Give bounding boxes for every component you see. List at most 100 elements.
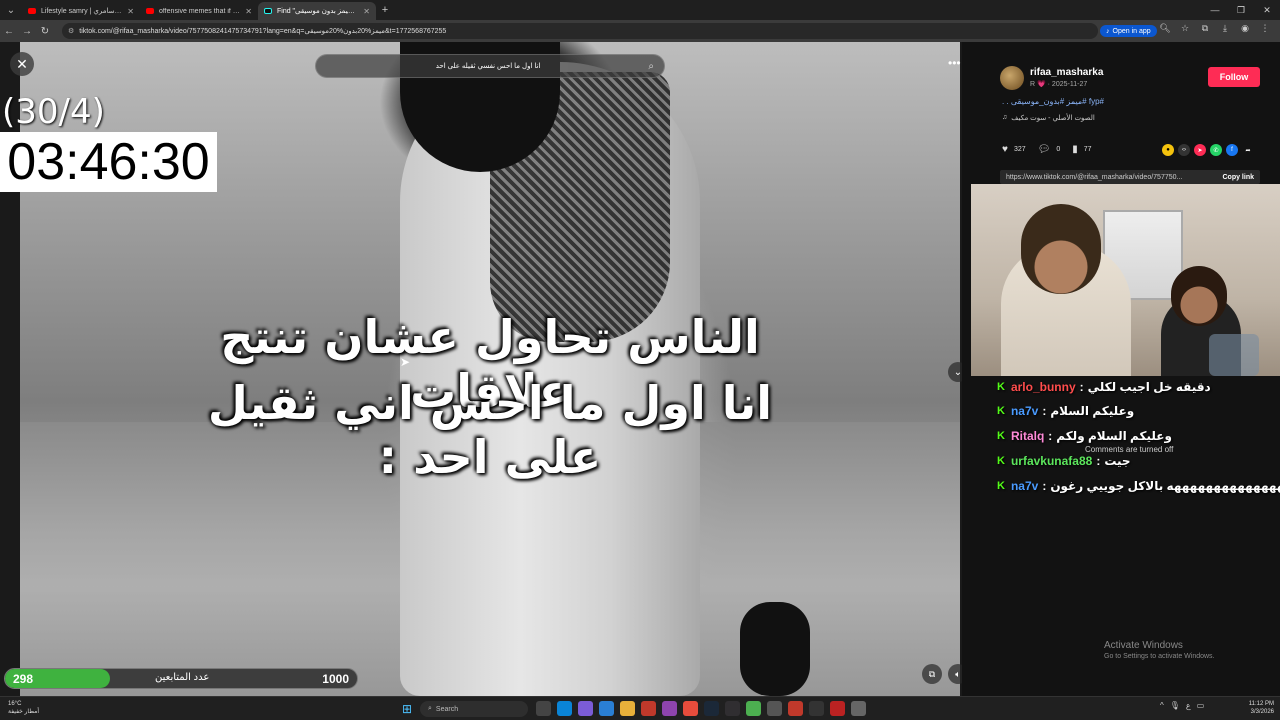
- weather-desc: أمطار خفيفة: [8, 709, 40, 715]
- app-icon[interactable]: [830, 701, 845, 716]
- sound-label: الصوت الأصلي - سوت مكيف: [1011, 115, 1095, 122]
- tab-tiktok[interactable]: Find "ميمز بدون موسيقى" on... ✕: [258, 2, 376, 20]
- streamer-head: [1021, 204, 1101, 294]
- language-icon[interactable]: ع: [1186, 701, 1191, 710]
- stream-counter: (30/4): [2, 92, 105, 132]
- profile-icon[interactable]: ◉: [1238, 23, 1252, 34]
- steam-icon[interactable]: [704, 701, 719, 716]
- chat-text: جيت: [1104, 454, 1131, 468]
- file-explorer-icon[interactable]: [620, 701, 635, 716]
- settings-app-icon[interactable]: [599, 701, 614, 716]
- open-in-app-label: Open in app: [1112, 27, 1151, 35]
- app-icon[interactable]: [746, 701, 761, 716]
- network-icon[interactable]: ▭: [1197, 701, 1205, 710]
- facebook-icon[interactable]: f: [1226, 144, 1238, 156]
- webcam-overlay: [971, 184, 1280, 376]
- taskbar-search-label: Search: [435, 705, 459, 713]
- close-window-icon[interactable]: ✕: [1254, 0, 1280, 20]
- share-options: ● ‹› ➤ ✆ f ➦: [1162, 144, 1254, 156]
- whatsapp-icon[interactable]: ✆: [1210, 144, 1222, 156]
- follow-button[interactable]: Follow: [1208, 67, 1260, 87]
- bookmark-star-icon[interactable]: ☆: [1178, 23, 1192, 34]
- picture-in-picture-icon[interactable]: ⧉: [922, 664, 942, 684]
- windows-taskbar: 16°C أمطار خفيفة ⊞ ⌕ Search ^ 🎙︎ ع ▭ 11:…: [0, 696, 1280, 720]
- mouse-cursor-icon: ➤: [400, 355, 411, 369]
- chevron-down-icon[interactable]: ⌄: [948, 362, 962, 382]
- chat-separator: :: [1096, 454, 1101, 468]
- share-arrow-icon[interactable]: ➦: [1242, 144, 1254, 156]
- weather-temp: 16°C: [8, 701, 22, 707]
- chat-message: K urfavkunafa88 : جيت: [971, 452, 1280, 470]
- reload-icon[interactable]: ↻: [36, 26, 54, 37]
- stream-timer: 03:46:30: [0, 132, 217, 192]
- more-options-icon[interactable]: •••: [948, 56, 961, 70]
- chrome-icon[interactable]: [683, 701, 698, 716]
- open-in-app-button[interactable]: ♪ Open in app: [1100, 25, 1157, 37]
- tiktok-icon: ♪: [1106, 27, 1110, 35]
- app-icon[interactable]: [851, 701, 866, 716]
- chat-message: K Ritalq : وعليكم السلام ولكم: [971, 427, 1280, 445]
- tab-lifestyle[interactable]: Lifestyle samry | ستايل سامري ✕: [22, 2, 140, 20]
- comment-icon: 💬︎: [1037, 144, 1051, 155]
- app-icon[interactable]: [788, 701, 803, 716]
- app-icon[interactable]: [767, 701, 782, 716]
- window-controls: — ❐ ✕: [1202, 0, 1280, 20]
- sound-link[interactable]: ♫ الصوت الأصلي - سوت مكيف: [1002, 114, 1095, 122]
- chevron-up-icon[interactable]: ^: [1160, 701, 1164, 710]
- post-caption[interactable]: #fyp #ميمز #بدون_موسيقى . .: [1002, 97, 1104, 106]
- send-icon[interactable]: ➤: [1194, 144, 1206, 156]
- forward-icon[interactable]: →: [18, 26, 36, 37]
- zoom-icon[interactable]: 🔍︎: [1158, 23, 1172, 34]
- download-icon[interactable]: ⤓: [1218, 23, 1232, 34]
- search-input[interactable]: انا اول ما احس نفسي ثقيله على احد ⌕: [315, 54, 665, 78]
- site-info-icon[interactable]: ⚙: [68, 27, 74, 35]
- copilot-icon[interactable]: [578, 701, 593, 716]
- app-icon[interactable]: [662, 701, 677, 716]
- copy-link-button[interactable]: Copy link: [1222, 174, 1260, 181]
- comment-button[interactable]: 💬︎ 0: [1038, 144, 1061, 155]
- taskbar-apps: [536, 701, 866, 716]
- like-button[interactable]: ♥ 327: [1002, 144, 1026, 155]
- back-icon[interactable]: ←: [0, 26, 18, 37]
- windows-start-icon[interactable]: ⊞: [402, 702, 412, 716]
- post-link: https://www.tiktok.com/@rifaa_masharka/v…: [1006, 173, 1183, 181]
- tab-memes[interactable]: offensive memes that if ylyl 10... ✕: [140, 2, 258, 20]
- coin-icon[interactable]: ●: [1162, 144, 1174, 156]
- new-tab-button[interactable]: +: [376, 4, 394, 16]
- close-video-button[interactable]: ✕: [10, 52, 34, 76]
- maximize-icon[interactable]: ❐: [1228, 0, 1254, 20]
- mic-icon[interactable]: 🎙︎: [1170, 701, 1180, 710]
- menu-icon[interactable]: ⋮: [1258, 23, 1272, 34]
- close-icon[interactable]: ✕: [363, 7, 370, 16]
- chat-message: K arlo_bunny : دقيقه خل اجيب لكلي: [971, 378, 1280, 396]
- close-icon[interactable]: ✕: [245, 7, 252, 16]
- taskbar-clock[interactable]: 11:12 PM 3/3/2026: [1244, 700, 1274, 716]
- search-icon[interactable]: ⌕: [648, 61, 654, 72]
- comments-off-notice: Comments are turned off: [1085, 445, 1174, 454]
- embed-icon[interactable]: ‹›: [1178, 144, 1190, 156]
- save-button[interactable]: ▮ 77: [1072, 144, 1091, 155]
- url-field[interactable]: ⚙ tiktok.com/@rifaa_masharka/video/75775…: [62, 23, 1098, 39]
- close-icon[interactable]: ✕: [127, 7, 134, 16]
- obs-icon[interactable]: [725, 701, 740, 716]
- tab-search-icon[interactable]: ⌄: [0, 0, 22, 20]
- activate-title: Activate Windows: [1104, 640, 1183, 651]
- weather-widget[interactable]: 16°C أمطار خفيفة: [8, 700, 39, 716]
- task-view-icon[interactable]: [536, 701, 551, 716]
- kick-icon: K: [997, 455, 1005, 467]
- taskbar-search[interactable]: ⌕ Search: [420, 701, 528, 717]
- minimize-icon[interactable]: —: [1202, 0, 1228, 20]
- username[interactable]: rifaa_masharka: [1030, 67, 1103, 78]
- chat-message: K na7v : وعليكم السلام: [971, 402, 1280, 420]
- youtube-icon: [146, 8, 154, 14]
- music-note-icon: ♫: [1002, 114, 1008, 121]
- edge-icon[interactable]: [557, 701, 572, 716]
- extensions-icon[interactable]: ⧉: [1198, 23, 1212, 34]
- app-icon[interactable]: [641, 701, 656, 716]
- app-icon[interactable]: [809, 701, 824, 716]
- bookmark-icon: ▮: [1072, 144, 1078, 155]
- chat-text: وعليكم السلام ولكم: [1056, 429, 1172, 443]
- avatar[interactable]: [1000, 66, 1024, 90]
- volume-icon[interactable]: 🔈︎: [948, 664, 962, 684]
- tiktok-icon: [264, 8, 272, 14]
